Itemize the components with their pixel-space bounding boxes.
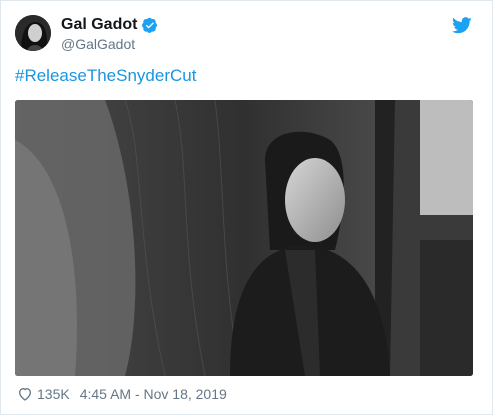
tweet-photo[interactable]: [15, 100, 473, 376]
author-row: Gal Gadot: [61, 16, 158, 34]
like-count[interactable]: 135K: [37, 386, 70, 402]
heart-icon[interactable]: [17, 386, 33, 402]
display-name[interactable]: Gal Gadot: [61, 16, 137, 34]
tweet-footer: 135K 4:45 AM - Nov 18, 2019: [17, 386, 227, 402]
timestamp[interactable]: 4:45 AM - Nov 18, 2019: [80, 386, 227, 402]
avatar[interactable]: [15, 15, 51, 51]
twitter-bird-icon[interactable]: [452, 17, 472, 34]
verified-badge-icon: [142, 17, 158, 33]
user-handle[interactable]: @GalGadot: [61, 36, 135, 52]
tweet-card: Gal Gadot @GalGadot #ReleaseTheSnyderCut: [0, 0, 493, 415]
hashtag-link[interactable]: #ReleaseTheSnyderCut: [15, 66, 196, 86]
